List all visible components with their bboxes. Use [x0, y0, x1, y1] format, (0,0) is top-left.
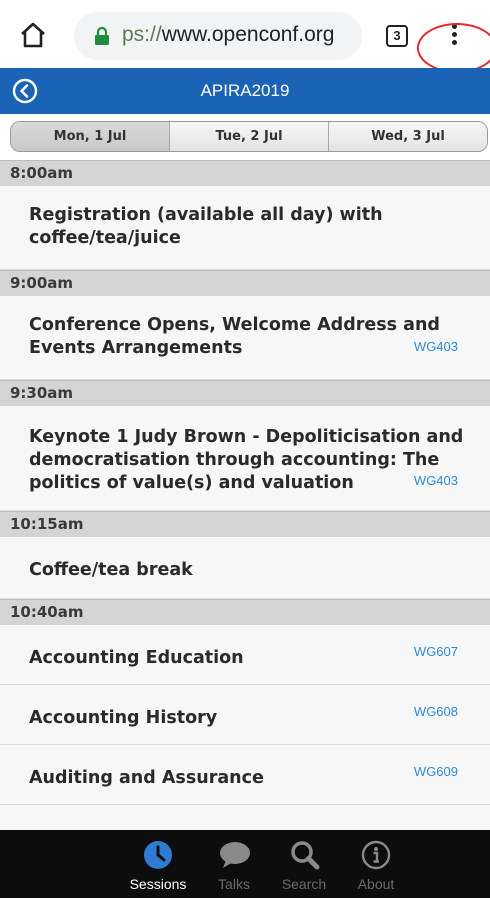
home-icon[interactable]: [18, 20, 48, 50]
time-header: 9:00am: [0, 270, 490, 296]
nav-label: About: [357, 876, 395, 892]
nav-about[interactable]: About: [336, 830, 416, 898]
highlight-circle: [417, 23, 490, 73]
room-link[interactable]: WG609: [414, 764, 458, 779]
page-title: APIRA2019: [200, 81, 290, 100]
session-title: Accounting History: [29, 707, 474, 730]
session-item[interactable]: Accounting History WG608: [0, 685, 490, 745]
time-label: 10:15am: [10, 515, 84, 533]
session-title-line: Accounting History: [29, 708, 218, 728]
session-title: Conference Opens, Welcome Address and Ev…: [29, 314, 474, 360]
nav-talks[interactable]: Talks: [194, 830, 274, 898]
lock-icon: [94, 26, 110, 46]
tab-tue-2-jul[interactable]: Tue, 2 Jul: [169, 122, 328, 151]
bottom-nav: Sessions Talks Search About: [0, 830, 490, 898]
time-header: 10:15am: [0, 511, 490, 537]
chat-bubble-icon: [219, 840, 250, 870]
nav-label: Talks: [218, 876, 250, 892]
time-label: 9:30am: [10, 384, 74, 402]
nav-sessions[interactable]: Sessions: [118, 830, 198, 898]
time-header: 8:00am: [0, 160, 490, 186]
session-item[interactable]: Keynote 1 Judy Brown - Depoliticisation …: [0, 406, 490, 511]
search-icon: [289, 840, 320, 870]
room-link[interactable]: WG403: [414, 339, 458, 354]
app-header: APIRA2019: [0, 68, 490, 114]
browser-toolbar: ps://www.openconf.org 3: [0, 0, 490, 73]
session-item[interactable]: [0, 805, 490, 830]
time-header: 9:30am: [0, 380, 490, 406]
nav-label: Search: [281, 876, 327, 892]
time-label: 9:00am: [10, 274, 74, 292]
day-tabs: Mon, 1 Jul Tue, 2 Jul Wed, 3 Jul: [10, 121, 488, 152]
clock-icon: [143, 840, 173, 870]
session-title-line: Registration (available all day) with: [29, 205, 383, 225]
session-item[interactable]: Conference Opens, Welcome Address and Ev…: [0, 296, 490, 380]
session-title-line: Keynote 1 Judy Brown - Depoliticisation …: [29, 427, 464, 447]
address-bar[interactable]: ps://www.openconf.org: [74, 12, 362, 60]
tab-mon-1-jul[interactable]: Mon, 1 Jul: [11, 122, 169, 151]
time-label: 10:40am: [10, 603, 84, 621]
session-title-line: Conference Opens, Welcome Address and: [29, 315, 440, 335]
session-title-line: Auditing and Assurance: [29, 768, 264, 788]
session-title-line: Coffee/tea break: [29, 560, 193, 580]
room-link[interactable]: WG403: [414, 473, 458, 488]
session-title: Accounting Education: [29, 647, 474, 670]
session-title-line: coffee/tea/juice: [29, 228, 181, 248]
session-title: Registration (available all day) with co…: [29, 204, 474, 250]
session-title-line: democratisation through accounting: The: [29, 450, 440, 470]
session-item[interactable]: Registration (available all day) with co…: [0, 186, 490, 270]
url-text: ps://www.openconf.org: [122, 23, 334, 47]
session-title: Auditing and Assurance: [29, 767, 474, 790]
session-title-line: politics of value(s) and valuation: [29, 473, 354, 493]
session-title: Keynote 1 Judy Brown - Depoliticisation …: [29, 426, 474, 495]
session-item[interactable]: Auditing and Assurance WG609: [0, 745, 490, 805]
session-title-line: Events Arrangements: [29, 338, 243, 358]
time-label: 8:00am: [10, 164, 74, 182]
session-title: Coffee/tea break: [29, 559, 474, 582]
schedule-list[interactable]: 8:00am Registration (available all day) …: [0, 160, 490, 830]
session-title-line: Accounting Education: [29, 648, 244, 668]
nav-label: Sessions: [129, 876, 187, 892]
tab-wed-3-jul[interactable]: Wed, 3 Jul: [328, 122, 487, 151]
url-host: www.openconf.org: [161, 23, 335, 46]
info-icon: [361, 840, 391, 870]
time-header: 10:40am: [0, 599, 490, 625]
url-scheme: ps://: [122, 23, 162, 46]
room-link[interactable]: WG608: [414, 704, 458, 719]
session-item[interactable]: Coffee/tea break: [0, 537, 490, 599]
nav-search[interactable]: Search: [264, 830, 344, 898]
back-circle-icon[interactable]: [12, 78, 38, 104]
room-link[interactable]: WG607: [414, 644, 458, 659]
day-tabs-bar: Mon, 1 Jul Tue, 2 Jul Wed, 3 Jul: [0, 114, 490, 160]
tab-switcher-button[interactable]: 3: [386, 25, 408, 47]
session-item[interactable]: Accounting Education WG607: [0, 625, 490, 685]
